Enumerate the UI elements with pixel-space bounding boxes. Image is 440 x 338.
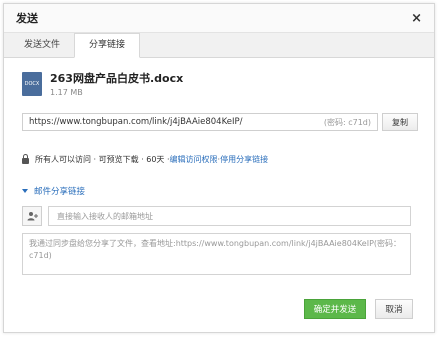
confirm-send-button[interactable]: 确定并发送 (304, 299, 366, 319)
dialog-title: 发送 (16, 12, 38, 25)
file-info: DOCX 263网盘产品白皮书.docx 1.17 MB (22, 70, 183, 97)
dialog-titlebar: 发送 × (4, 4, 434, 33)
recipient-email-input[interactable] (48, 206, 411, 226)
share-link-field[interactable]: https://www.tongbupan.com/link/j4jBAAie8… (22, 113, 378, 131)
person-add-icon[interactable] (22, 206, 42, 226)
mail-share-toggle[interactable]: 邮件分享链接 (22, 185, 85, 197)
tab-bar: 发送文件 分享链接 (4, 33, 434, 58)
share-message-textarea[interactable]: 我通过同步盘给您分享了文件，查看地址:https://www.tongbupan… (22, 233, 411, 275)
close-icon[interactable]: × (411, 11, 422, 26)
permissions-text: 所有人可以访问 · 可预览下载 · 60天 · (35, 155, 170, 164)
share-dialog: 发送 × 发送文件 分享链接 (3, 3, 435, 333)
mail-share-label: 邮件分享链接 (34, 187, 86, 197)
caret-down-icon (22, 189, 28, 193)
tab-send-file[interactable]: 发送文件 (10, 34, 74, 57)
edit-permissions-link[interactable]: 编辑访问权限 (170, 154, 218, 165)
docx-file-icon: DOCX (22, 71, 42, 96)
share-link-password: (密码: c71d) (323, 117, 371, 127)
share-link-row: https://www.tongbupan.com/link/j4jBAAie8… (22, 113, 418, 131)
permissions-row: 所有人可以访问 · 可预览下载 · 60天 · 编辑访问权限 · 停用分享链接 (22, 154, 268, 165)
share-link-url: https://www.tongbupan.com/link/j4jBAAie8… (29, 117, 243, 127)
disable-share-link[interactable]: 停用分享链接 (220, 154, 268, 165)
email-row (22, 206, 411, 226)
cancel-button[interactable]: 取消 (375, 299, 413, 319)
copy-button[interactable]: 复制 (382, 113, 418, 131)
lock-icon (22, 154, 29, 164)
person-add-glyph (27, 212, 38, 221)
tab-share-link[interactable]: 分享链接 (74, 33, 141, 58)
file-size: 1.17 MB (50, 88, 83, 97)
file-name: 263网盘产品白皮书.docx (50, 72, 184, 85)
